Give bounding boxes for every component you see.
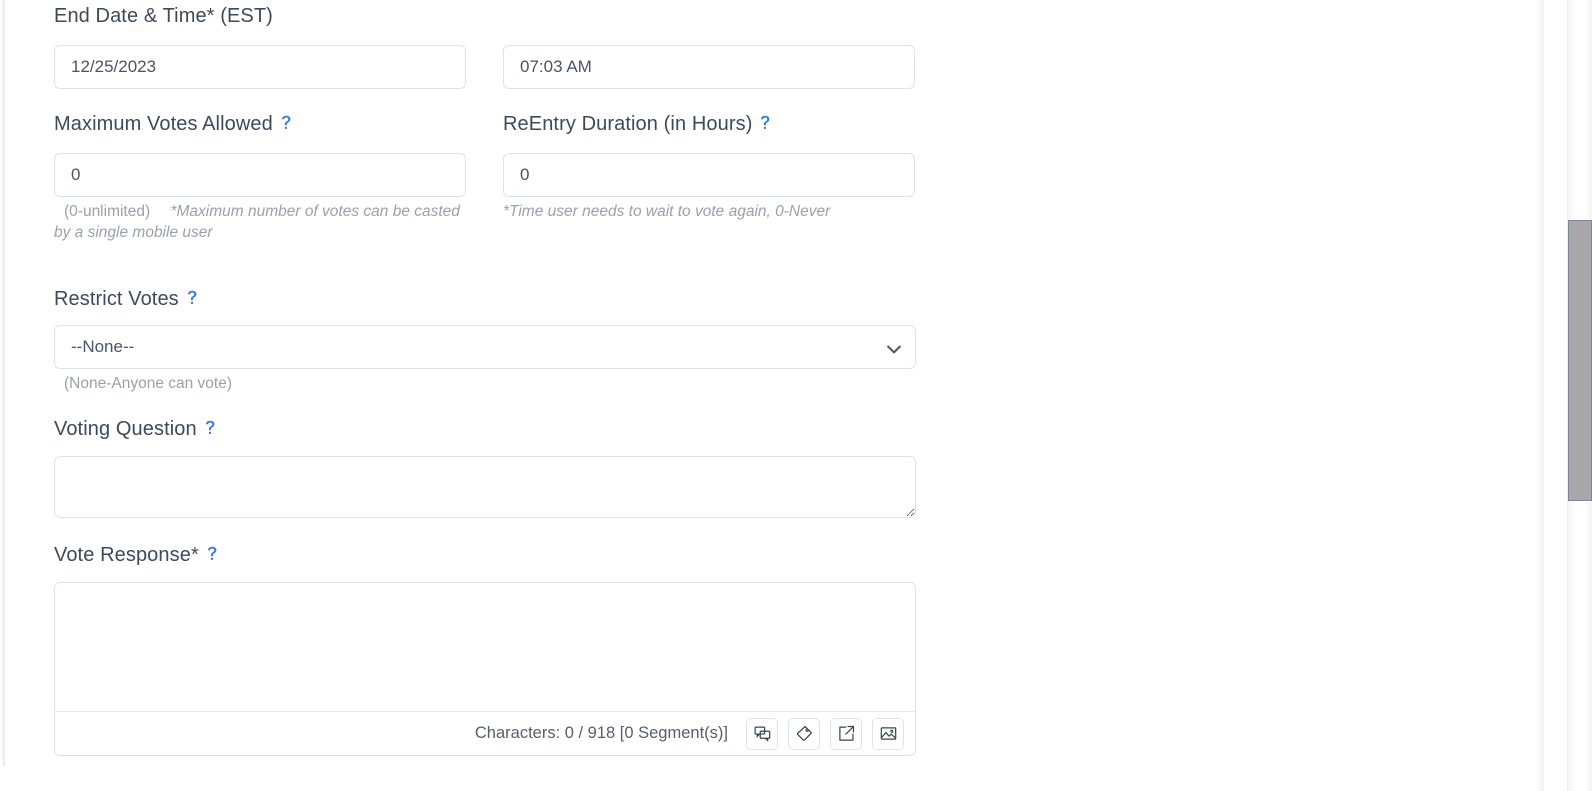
restrict-votes-selected-value: --None-- bbox=[71, 337, 135, 356]
reentry-duration-helper: *Time user needs to wait to vote again, … bbox=[503, 201, 915, 222]
max-votes-input[interactable] bbox=[54, 153, 466, 197]
field-reentry-duration: ReEntry Duration (in Hours) *Time user n… bbox=[503, 112, 915, 222]
field-vote-response: Vote Response* Characters: 0 / 918 [0 Se… bbox=[54, 543, 1484, 756]
reentry-duration-input[interactable] bbox=[503, 153, 915, 197]
external-link-icon bbox=[838, 725, 855, 742]
field-voting-question: Voting Question bbox=[54, 417, 1484, 518]
restrict-votes-label-text: Restrict Votes bbox=[54, 288, 179, 310]
page-bottom-spacer bbox=[0, 766, 1592, 791]
restrict-votes-label: Restrict Votes bbox=[54, 287, 1484, 311]
question-help-icon[interactable] bbox=[759, 115, 772, 131]
form-page: End Date & Time* (EST) Maximum Votes All… bbox=[0, 0, 1592, 791]
page-scrollbar-thumb[interactable] bbox=[1568, 220, 1592, 501]
max-votes-label-text: Maximum Votes Allowed bbox=[54, 113, 273, 135]
field-max-votes: Maximum Votes Allowed (0-unlimited) *Max… bbox=[54, 112, 466, 243]
vote-response-textarea[interactable] bbox=[54, 582, 916, 712]
image-icon bbox=[880, 725, 897, 742]
end-datetime-label-text: End Date & Time* (EST) bbox=[54, 5, 273, 27]
question-help-icon[interactable] bbox=[204, 420, 217, 436]
end-datetime-label: End Date & Time* (EST) bbox=[54, 4, 1484, 28]
reentry-duration-label-text: ReEntry Duration (in Hours) bbox=[503, 113, 753, 135]
end-time-input[interactable] bbox=[503, 45, 915, 89]
question-help-icon[interactable] bbox=[280, 115, 293, 131]
voting-question-textarea[interactable] bbox=[54, 456, 916, 518]
question-help-icon[interactable] bbox=[206, 546, 219, 562]
left-edge-divider bbox=[4, 0, 5, 791]
vote-response-editor: Characters: 0 / 918 [0 Segment(s)] bbox=[54, 582, 916, 756]
reentry-duration-helper-italic: *Time user needs to wait to vote again, … bbox=[503, 203, 831, 220]
reentry-duration-label: ReEntry Duration (in Hours) bbox=[503, 112, 915, 136]
character-counter: Characters: 0 / 918 [0 Segment(s)] bbox=[474, 724, 728, 742]
page-scrollbar-track[interactable] bbox=[1567, 0, 1592, 791]
image-icon-button[interactable] bbox=[872, 717, 904, 750]
voting-question-label-text: Voting Question bbox=[54, 418, 197, 440]
max-votes-label: Maximum Votes Allowed bbox=[54, 112, 466, 136]
merge-field-icon bbox=[754, 725, 771, 742]
max-votes-helper-plain: (0-unlimited) bbox=[64, 203, 151, 220]
external-link-icon-button[interactable] bbox=[830, 717, 862, 750]
end-date-input[interactable] bbox=[54, 45, 466, 89]
vote-response-toolbar: Characters: 0 / 918 [0 Segment(s)] bbox=[54, 712, 916, 756]
merge-field-icon-button[interactable] bbox=[746, 717, 778, 750]
max-votes-helper: (0-unlimited) *Maximum number of votes c… bbox=[54, 201, 466, 243]
field-restrict-votes: Restrict Votes --None-- (None-Anyone can… bbox=[54, 287, 1484, 394]
field-end-datetime: End Date & Time* (EST) bbox=[54, 4, 1484, 89]
restrict-votes-select-wrap[interactable]: --None-- bbox=[54, 325, 916, 369]
voting-question-label: Voting Question bbox=[54, 417, 1484, 441]
restrict-votes-helper: (None-Anyone can vote) bbox=[54, 373, 1484, 394]
scrollbar-gap bbox=[1544, 0, 1568, 791]
vote-response-label-text: Vote Response* bbox=[54, 544, 199, 566]
inner-scrollbar-track[interactable] bbox=[1535, 0, 1544, 791]
restrict-votes-helper-plain: (None-Anyone can vote) bbox=[64, 375, 233, 392]
vote-response-label: Vote Response* bbox=[54, 543, 1484, 567]
tag-icon-button[interactable] bbox=[788, 717, 820, 750]
tag-icon bbox=[796, 725, 813, 742]
restrict-votes-select[interactable]: --None-- bbox=[54, 325, 916, 369]
question-help-icon[interactable] bbox=[186, 290, 199, 306]
